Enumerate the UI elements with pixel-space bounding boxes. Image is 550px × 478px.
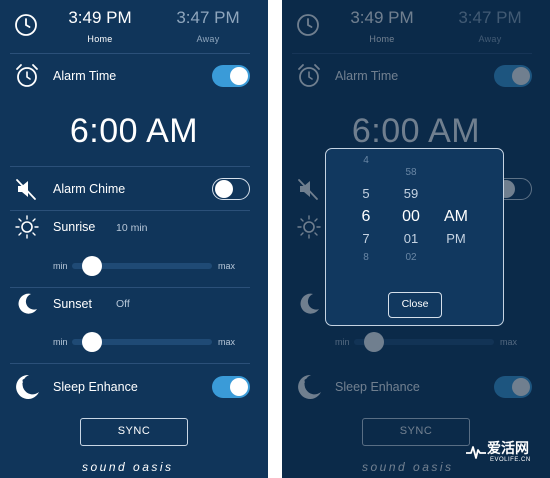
alarm-chime-label: Alarm Chime	[53, 182, 126, 196]
picker-hour-selected[interactable]: 6	[354, 208, 378, 226]
toggle-knob	[230, 67, 248, 85]
sunset-min-label: min	[53, 337, 68, 347]
picker-close-button[interactable]: Close	[388, 292, 442, 318]
divider	[10, 287, 250, 288]
home-time: 3:49 PM	[68, 8, 132, 27]
watermark: 爱活网 EVOLIFE.CN	[463, 436, 550, 478]
sun-icon	[15, 215, 39, 239]
picker-hour-option[interactable]: 5	[354, 186, 378, 201]
sunset-slider-thumb[interactable]	[81, 332, 102, 352]
picker-minute-option[interactable]: 58	[396, 167, 426, 178]
sunrise-min-label: min	[53, 261, 68, 271]
sync-button[interactable]: SYNC	[80, 418, 188, 446]
alarm-time-display[interactable]: 6:00 AM	[0, 112, 268, 151]
away-time: 3:47 PM	[176, 8, 240, 27]
toggle-knob	[215, 179, 233, 198]
moon-icon	[18, 293, 37, 314]
sunset-label: Sunset	[53, 297, 92, 311]
sunset-value: Off	[116, 298, 130, 310]
divider	[10, 363, 250, 364]
alarm-chime-toggle[interactable]	[212, 178, 250, 200]
divider	[10, 166, 250, 167]
brand-logo: sound oasis	[82, 460, 174, 474]
sunrise-label: Sunrise	[53, 220, 96, 234]
alarm-settings-screen: 3:49 PM Home 3:47 PM Away Alarm Time 6:0…	[0, 0, 268, 478]
picker-hour-option[interactable]: 7	[354, 231, 378, 246]
sleep-enhance-toggle[interactable]	[212, 376, 250, 398]
picker-minute-option[interactable]: 01	[396, 231, 426, 246]
clock-icon[interactable]	[14, 13, 38, 37]
picker-minute-option[interactable]: 02	[396, 252, 426, 263]
picker-minute-option[interactable]: 59	[396, 186, 426, 201]
sunrise-value: 10 min	[116, 222, 148, 234]
picker-hour-option[interactable]: 4	[354, 155, 378, 166]
watermark-text: 爱活网	[487, 440, 529, 456]
home-clock[interactable]: 3:49 PM Home	[50, 8, 150, 44]
time-picker-dialog: 4 5 6 7 8 58 59 00 01 02 AM PM Close	[325, 148, 504, 326]
comparison-image: 3:49 PM Home 3:47 PM Away Alarm Time 6:0…	[0, 0, 550, 478]
divider	[10, 210, 250, 211]
picker-ampm-option[interactable]: PM	[438, 231, 474, 246]
alarm-time-toggle[interactable]	[212, 65, 250, 87]
watermark-subtext: EVOLIFE.CN	[490, 457, 531, 463]
sleep-enhance-label: Sleep Enhance	[53, 380, 138, 394]
picker-ampm-selected[interactable]: AM	[438, 208, 474, 226]
toggle-knob	[230, 378, 248, 396]
sunrise-max-label: max	[218, 261, 236, 271]
sleep-enhance-icon-text: SE	[22, 378, 33, 387]
alarm-time-picker-screen: 3:49 PM Home 3:47 PM Away Alarm Time 6:0…	[282, 0, 550, 478]
home-label: Home	[87, 34, 113, 44]
alarm-time-label: Alarm Time	[53, 69, 117, 83]
alarm-clock-icon	[16, 64, 38, 87]
away-clock[interactable]: 3:47 PM Away	[158, 8, 258, 44]
divider	[10, 53, 250, 54]
muted-speaker-icon	[16, 179, 36, 200]
away-label: Away	[196, 34, 220, 44]
heartbeat-icon	[466, 446, 486, 459]
sunrise-slider-thumb[interactable]	[81, 256, 102, 276]
picker-minute-selected[interactable]: 00	[396, 208, 426, 226]
picker-hour-option[interactable]: 8	[354, 252, 378, 263]
sunset-max-label: max	[218, 337, 236, 347]
